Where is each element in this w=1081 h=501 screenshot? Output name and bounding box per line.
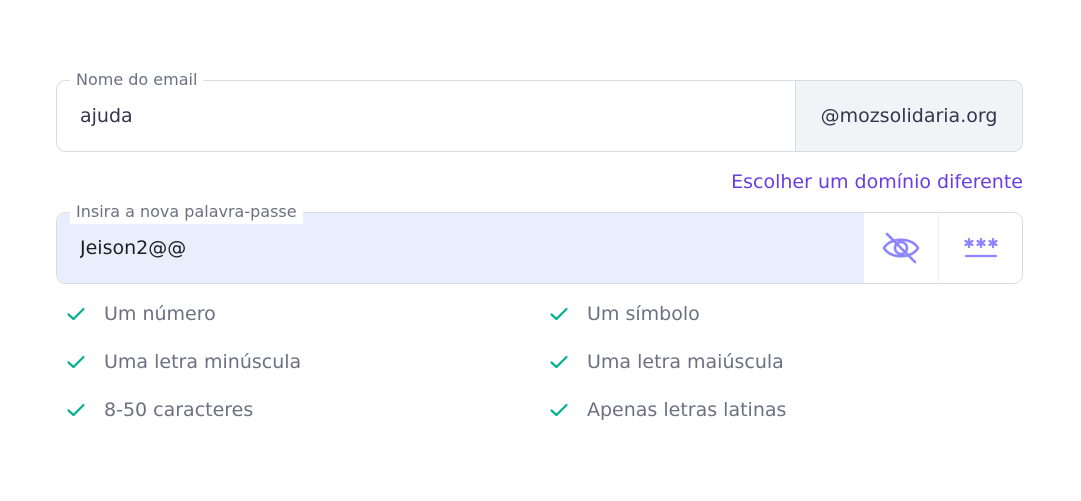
email-name-field: Nome do email @mozsolidaria.org [56,68,1023,152]
requirement-label: Uma letra minúscula [104,351,302,373]
requirement-item: Uma letra minúscula [66,348,301,376]
check-icon [549,400,569,420]
check-icon [66,304,86,324]
requirement-item: Uma letra maiúscula [549,348,784,376]
email-name-label: Nome do email [70,68,204,92]
check-icon [549,304,569,324]
requirement-label: Um símbolo [587,303,700,325]
requirement-item: Apenas letras latinas [549,396,786,424]
requirement-item: Um símbolo [549,300,700,328]
requirement-label: Apenas letras latinas [587,399,787,421]
eye-off-icon [882,232,920,264]
requirement-item: 8-50 caracteres [66,396,253,424]
requirement-label: Uma letra maiúscula [587,351,784,373]
requirement-label: Um número [104,303,216,325]
toggle-password-visibility-button[interactable] [864,213,938,283]
choose-different-domain-link[interactable]: Escolher um domínio diferente [731,168,1023,196]
check-icon [66,352,86,372]
new-password-label: Insira a nova palavra-passe [70,200,303,224]
email-settings-form: Nome do email @mozsolidaria.org Escolher… [0,0,1081,501]
new-password-field: Insira a nova palavra-passe [56,200,1023,284]
requirement-item: Um número [66,300,216,328]
requirement-label: 8-50 caracteres [104,399,254,421]
check-icon [549,352,569,372]
password-generate-icon [963,237,998,258]
generate-password-button[interactable] [938,213,1022,283]
check-icon [66,400,86,420]
email-domain-suffix: @mozsolidaria.org [795,81,1022,151]
